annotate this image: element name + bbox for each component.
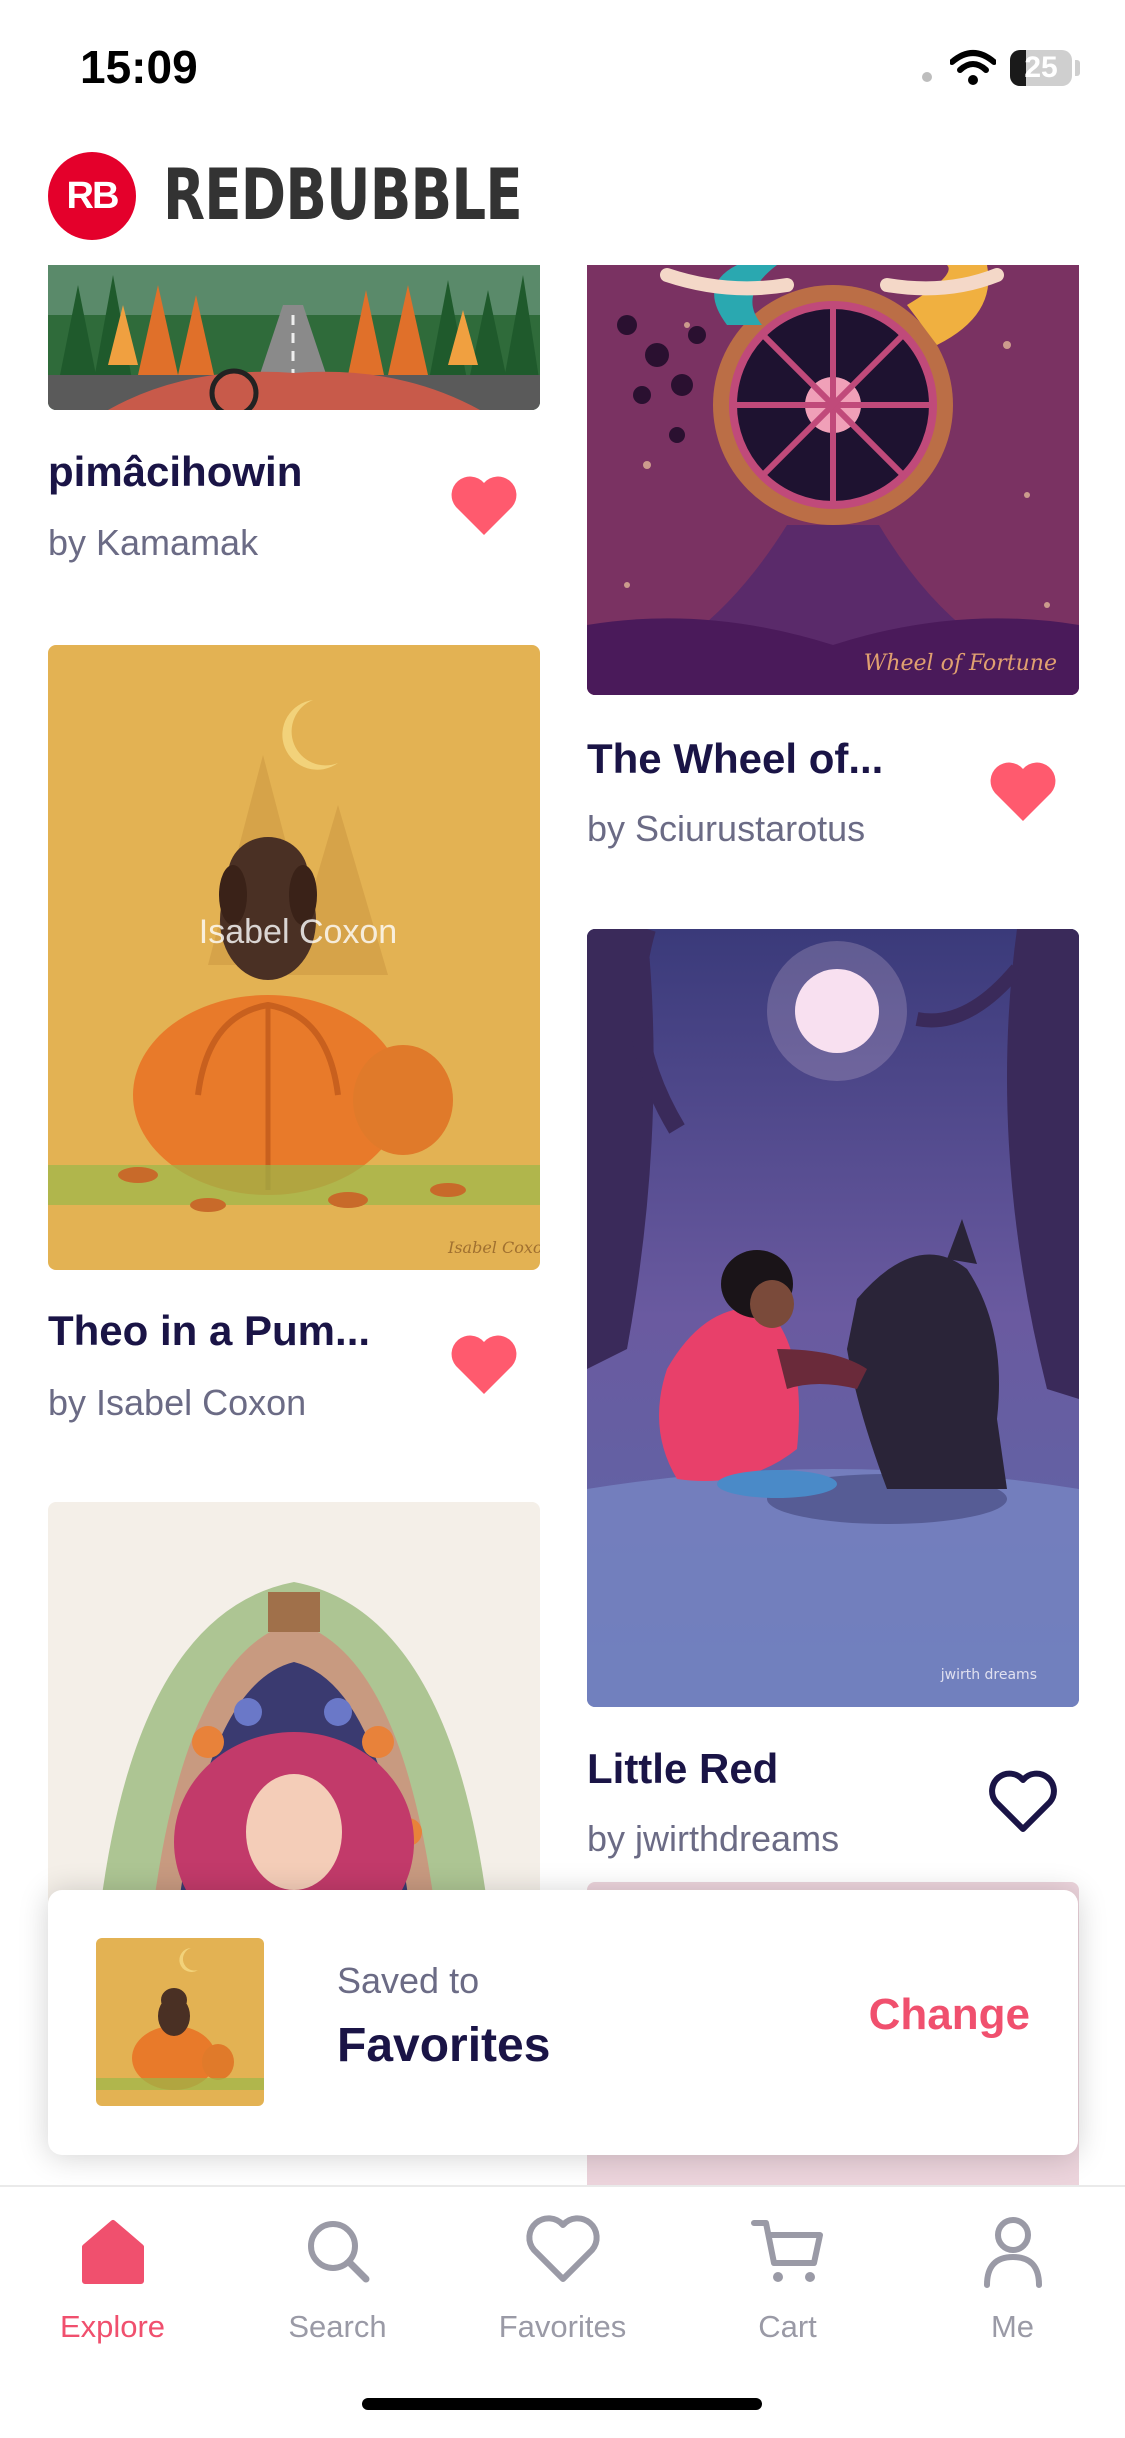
product-title[interactable]: The Wheel of... — [587, 735, 883, 783]
svg-text:jwirth dreams: jwirth dreams — [940, 1667, 1037, 1683]
tab-cart[interactable]: Cart — [675, 2213, 900, 2353]
toast-thumbnail — [96, 1938, 264, 2106]
heart-icon — [525, 2215, 600, 2282]
tab-explore[interactable]: Explore — [0, 2213, 225, 2353]
svg-text:Wheel of Fortune: Wheel of Fortune — [864, 651, 1057, 676]
tab-search[interactable]: Search — [225, 2213, 450, 2353]
favorite-heart-icon[interactable] — [448, 1332, 520, 1398]
product-card[interactable] — [48, 265, 540, 425]
product-artist[interactable]: by Sciurustarotus — [587, 808, 865, 850]
product-artist[interactable]: by jwirthdreams — [587, 1818, 839, 1860]
svg-text:Isabel Coxon: Isabel Coxon — [447, 1238, 540, 1257]
home-icon — [81, 2220, 144, 2284]
tab-label: Explore — [59, 2309, 166, 2344]
wifi-icon — [950, 50, 996, 85]
tab-label: Favorites — [498, 2309, 627, 2344]
product-title[interactable]: pimâcihowin — [48, 448, 302, 496]
status-dot — [922, 72, 932, 82]
product-image[interactable]: Wheel of Fortune — [587, 265, 1079, 695]
product-title[interactable]: Little Red — [587, 1745, 778, 1793]
favorite-heart-outline-icon[interactable] — [987, 1769, 1059, 1835]
product-image[interactable] — [48, 265, 540, 410]
battery-nub — [1075, 60, 1080, 76]
battery-level: 25 — [1024, 51, 1058, 84]
cart-icon — [750, 2220, 823, 2282]
logo-text: RB — [66, 175, 120, 217]
status-bar: 15:09 25 — [0, 0, 1125, 140]
toast-collection-name: Favorites — [337, 2019, 551, 2072]
brand-name: REDBUBBLE — [163, 154, 523, 236]
status-time: 15:09 — [80, 41, 198, 93]
home-indicator[interactable] — [362, 2398, 762, 2410]
battery-icon: 25 — [1010, 50, 1072, 86]
svg-text:Isabel Coxon: Isabel Coxon — [199, 913, 397, 951]
product-title[interactable]: Theo in a Pum... — [48, 1307, 370, 1355]
favorite-heart-icon[interactable] — [448, 473, 520, 539]
change-collection-button[interactable]: Change — [869, 1990, 1030, 2040]
product-artist[interactable]: by Kamamak — [48, 522, 258, 564]
tab-label: Me — [990, 2309, 1035, 2344]
product-image[interactable]: Isabel Coxon Isabel Coxon — [48, 645, 540, 1270]
tab-me[interactable]: Me — [900, 2213, 1125, 2353]
product-artist[interactable]: by Isabel Coxon — [48, 1382, 306, 1424]
tab-label: Cart — [758, 2309, 817, 2344]
person-icon — [983, 2217, 1042, 2288]
search-icon — [307, 2221, 369, 2283]
redbubble-logo[interactable]: RB — [48, 152, 136, 240]
favorite-heart-icon[interactable] — [987, 759, 1059, 825]
product-image[interactable]: jwirth dreams — [587, 929, 1079, 1707]
tab-label: Search — [288, 2309, 387, 2344]
tab-favorites[interactable]: Favorites — [450, 2213, 675, 2353]
toast-label: Saved to — [337, 1960, 480, 2001]
saved-toast: Saved to Favorites Change — [48, 1890, 1078, 2155]
